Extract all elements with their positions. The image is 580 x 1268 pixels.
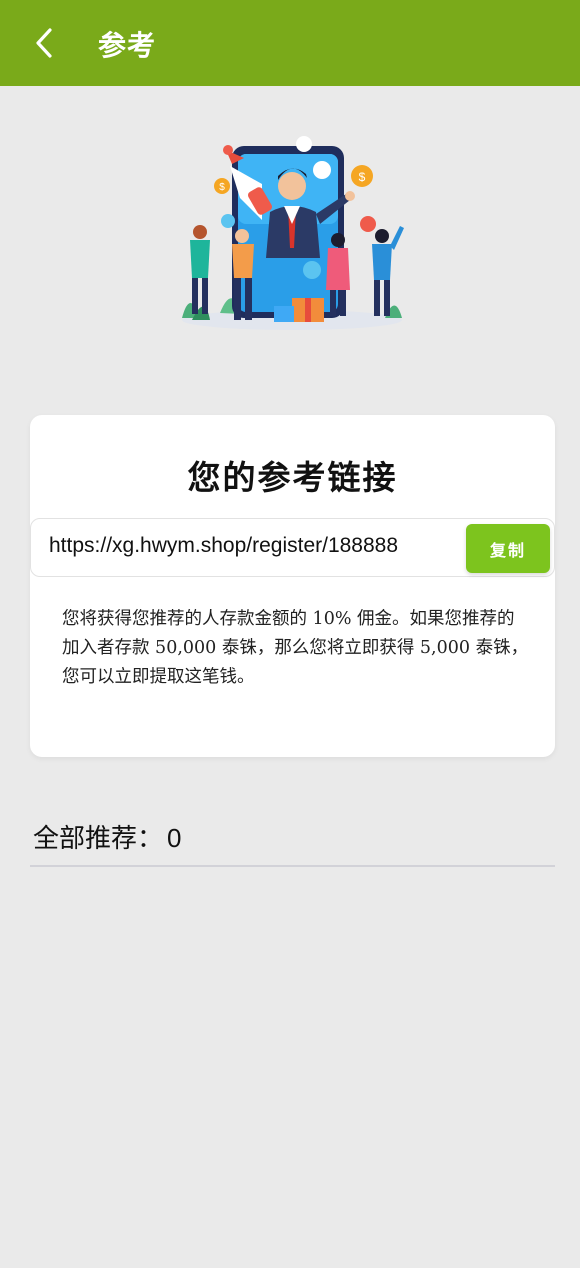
svg-text:$: $ bbox=[359, 170, 366, 184]
app-header: 参考 bbox=[0, 0, 580, 86]
total-referrals-label: 全部推荐： bbox=[33, 824, 164, 854]
referral-illustration: $ $ bbox=[170, 128, 415, 338]
referral-link-field: https://xg.hwym.shop/register/188888 复制 bbox=[30, 518, 555, 577]
page-title: 参考 bbox=[98, 29, 157, 62]
chevron-left-icon bbox=[36, 28, 52, 58]
commission-description: 您将获得您推荐的人存款金额的 10% 佣金。如果您推荐的加入者存款 50,000… bbox=[62, 609, 529, 687]
divider bbox=[30, 865, 555, 867]
svg-text:$: $ bbox=[219, 182, 225, 193]
referral-link-card: 您的参考链接 https://xg.hwym.shop/register/188… bbox=[30, 415, 555, 757]
back-button[interactable] bbox=[30, 26, 62, 60]
total-referrals-count: 0 bbox=[167, 823, 182, 853]
card-title: 您的参考链接 bbox=[187, 458, 398, 497]
copy-button[interactable]: 复制 bbox=[466, 524, 550, 573]
referral-link-text[interactable]: https://xg.hwym.shop/register/188888 bbox=[49, 534, 398, 558]
total-referrals: 全部推荐： 0 bbox=[33, 818, 181, 855]
